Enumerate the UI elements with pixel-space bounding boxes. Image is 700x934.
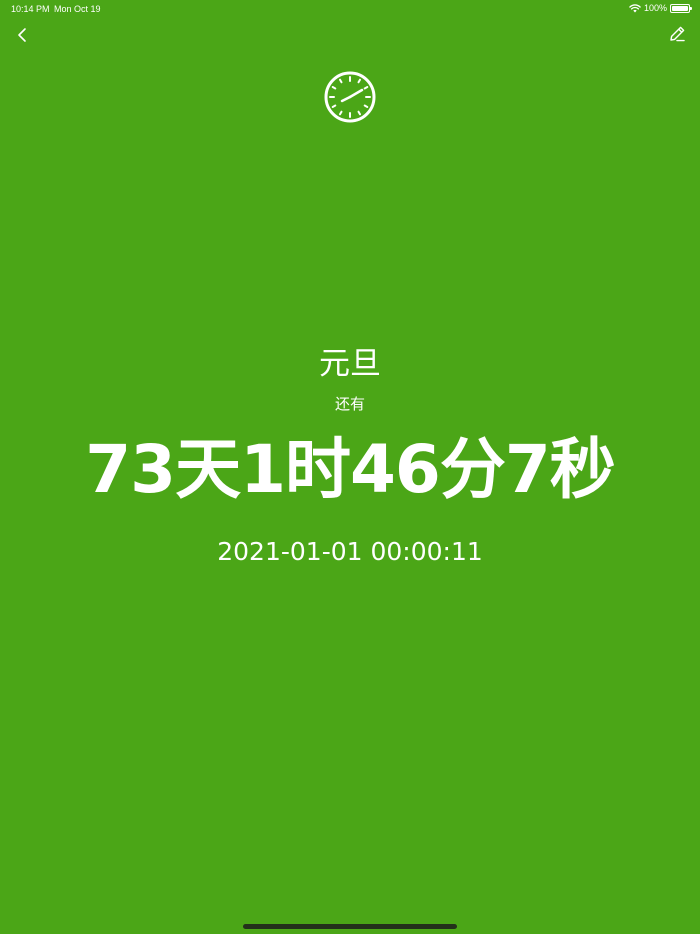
pencil-icon xyxy=(670,26,685,42)
home-indicator[interactable] xyxy=(243,924,457,929)
status-bar: 10:14 PM Mon Oct 19 100% xyxy=(0,0,700,18)
event-title: 元旦 xyxy=(319,346,381,382)
battery-percent: 100% xyxy=(643,3,667,13)
back-button[interactable] xyxy=(12,24,34,46)
target-datetime: 2021-01-01 00:00:11 xyxy=(217,537,483,566)
clock-icon xyxy=(323,70,377,124)
chevron-left-icon xyxy=(18,28,26,42)
status-indicators: 100% xyxy=(629,3,692,13)
status-date: Mon Oct 19 xyxy=(54,4,101,14)
edit-button[interactable] xyxy=(666,23,688,45)
wifi-icon xyxy=(629,3,641,13)
battery-icon xyxy=(670,3,692,13)
countdown-display: 73天1时46分7秒 xyxy=(85,431,616,508)
remaining-label: 还有 xyxy=(334,395,365,413)
status-time: 10:14 PM xyxy=(11,4,50,14)
